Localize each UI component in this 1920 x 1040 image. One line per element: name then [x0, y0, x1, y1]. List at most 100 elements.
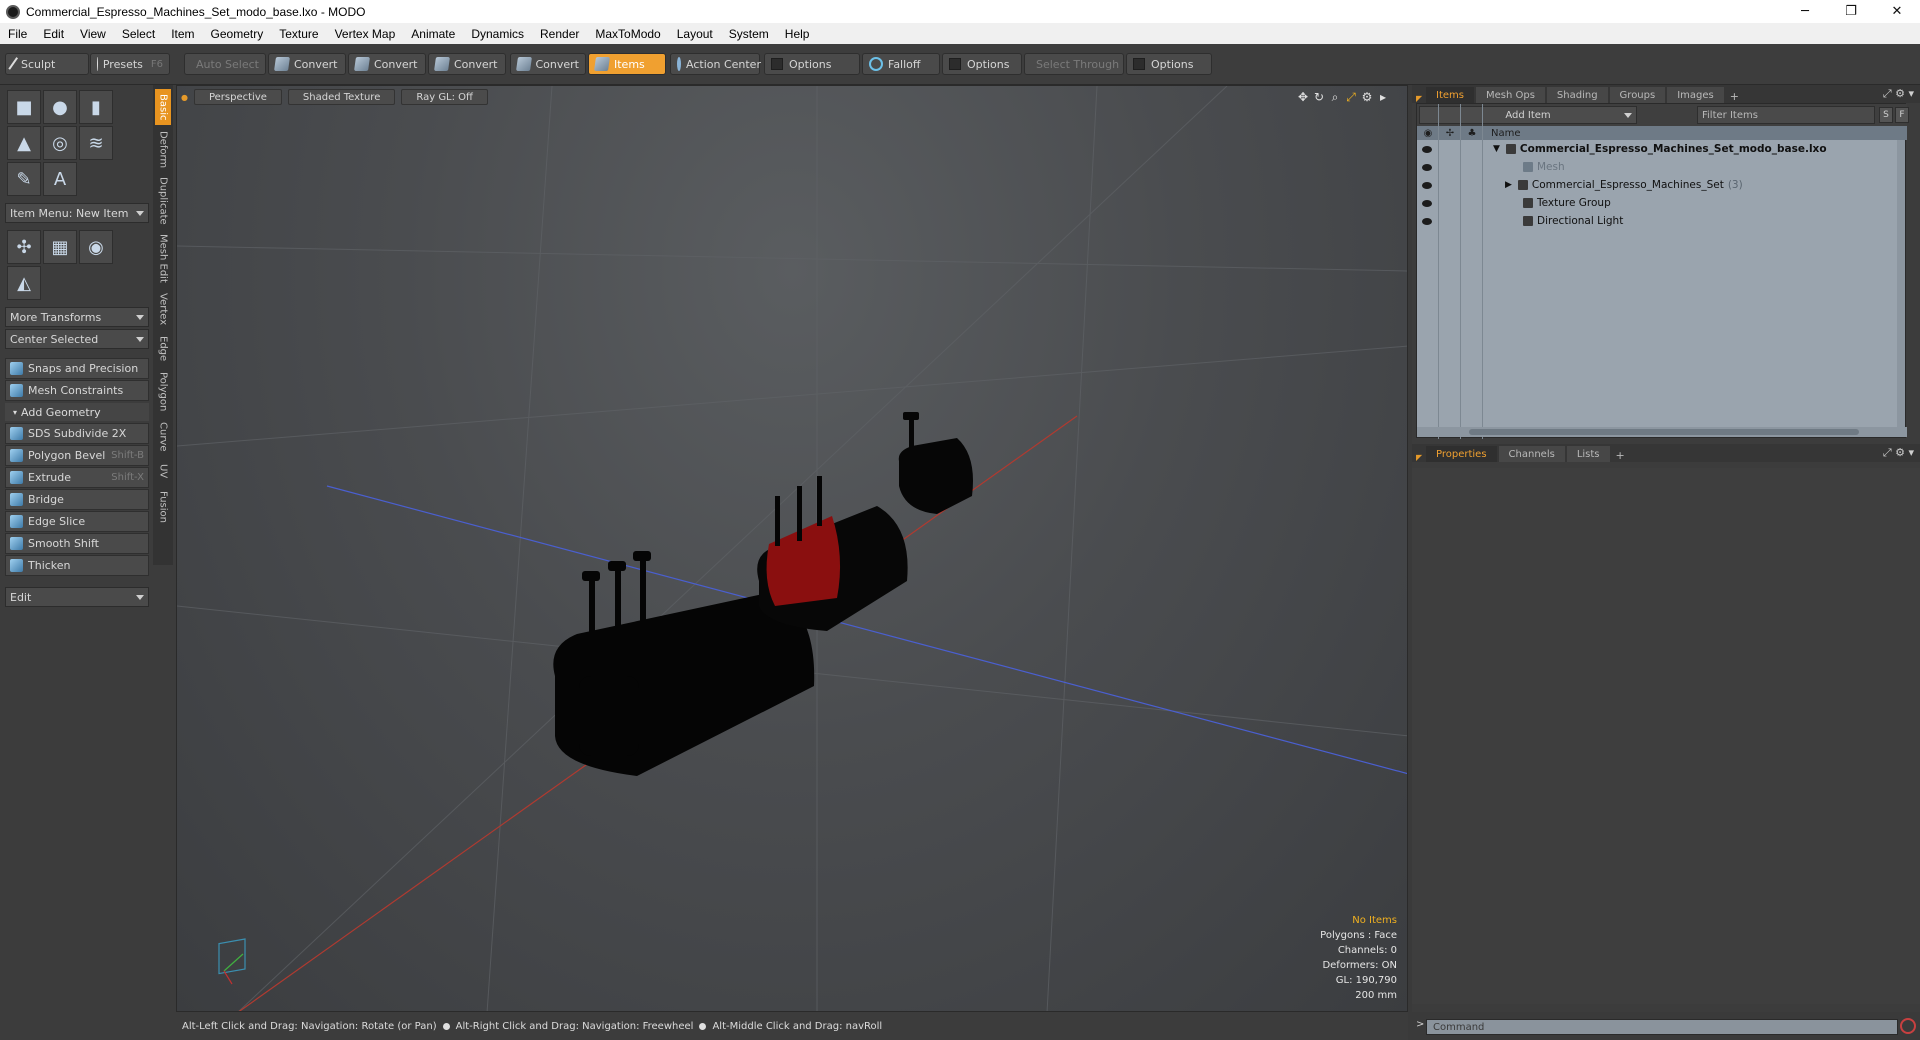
add-geometry-header[interactable]: ▾ Add Geometry: [5, 403, 149, 421]
panel-options-icon[interactable]: ⤢ ⚙ ▾: [1883, 87, 1914, 101]
pyramid-tool-icon[interactable]: ◭: [7, 266, 41, 300]
view-type-button[interactable]: Perspective: [193, 89, 282, 105]
item-menu-dropdown[interactable]: Item Menu: New Item: [5, 203, 149, 223]
select-through-options-button[interactable]: Options: [1126, 53, 1212, 75]
close-button[interactable]: ✕: [1874, 0, 1920, 23]
tab-uv[interactable]: UV: [155, 459, 171, 483]
mesh-constraints-button[interactable]: Mesh Constraints: [5, 380, 149, 401]
select-through-options-checkbox[interactable]: [1133, 58, 1145, 70]
bridge-button[interactable]: Bridge: [5, 489, 149, 510]
viewport-menu-dot[interactable]: ●: [181, 93, 188, 102]
menu-vertex-map[interactable]: Vertex Map: [327, 27, 404, 41]
falloff-button[interactable]: Falloff: [862, 53, 940, 75]
lock-column-icon[interactable]: ✢: [1439, 128, 1461, 139]
3d-viewport[interactable]: ● Perspective Shaded Texture Ray GL: Off…: [176, 85, 1408, 1012]
menu-geometry[interactable]: Geometry: [203, 27, 272, 41]
panel-menu-icon[interactable]: ◤: [1412, 94, 1426, 103]
menu-dynamics[interactable]: Dynamics: [463, 27, 532, 41]
filter-s-button[interactable]: S: [1879, 107, 1893, 123]
grid-tool-icon[interactable]: ▦: [43, 230, 77, 264]
command-clear-icon[interactable]: [1900, 1018, 1916, 1034]
sculpt-button[interactable]: Sculpt: [5, 53, 89, 75]
tab-images[interactable]: Images: [1667, 87, 1724, 103]
sds-subdivide-button[interactable]: SDS Subdivide 2X: [5, 423, 149, 444]
tab-duplicate[interactable]: Duplicate: [155, 175, 171, 227]
menu-render[interactable]: Render: [532, 27, 587, 41]
menu-select[interactable]: Select: [114, 27, 163, 41]
fit-icon[interactable]: ⤢: [1343, 90, 1359, 104]
rotate-icon[interactable]: ↻: [1311, 90, 1327, 104]
menu-texture[interactable]: Texture: [271, 27, 326, 41]
zoom-icon[interactable]: ⌕: [1327, 90, 1343, 104]
tab-edge[interactable]: Edge: [155, 333, 171, 365]
minimize-button[interactable]: ─: [1782, 0, 1828, 23]
tab-mesh-edit[interactable]: Mesh Edit: [155, 231, 171, 285]
edge-slice-button[interactable]: Edge Slice: [5, 511, 149, 532]
convert-vertices-button[interactable]: Convert: [268, 53, 346, 75]
menu-view[interactable]: View: [72, 27, 114, 41]
world-tool-icon[interactable]: ◉: [79, 230, 113, 264]
presets-button[interactable]: Presets F6: [90, 53, 170, 75]
menu-help[interactable]: Help: [777, 27, 818, 41]
thicken-button[interactable]: Thicken: [5, 555, 149, 576]
item-list-vscroll[interactable]: [1897, 140, 1905, 429]
command-input[interactable]: Command: [1426, 1019, 1898, 1035]
transform-tool-icon[interactable]: ✣: [7, 230, 41, 264]
raygl-button[interactable]: Ray GL: Off: [401, 89, 488, 105]
menu-layout[interactable]: Layout: [669, 27, 721, 41]
eye-icon[interactable]: [1422, 163, 1432, 171]
tab-polygon[interactable]: Polygon: [155, 369, 171, 415]
play-icon[interactable]: ▸: [1375, 90, 1391, 104]
eye-icon[interactable]: [1422, 181, 1432, 189]
smooth-shift-button[interactable]: Smooth Shift: [5, 533, 149, 554]
render-column-icon[interactable]: ♣: [1461, 128, 1483, 139]
polygon-bevel-button[interactable]: Polygon Bevel Shift-B: [5, 445, 149, 466]
tree-row-texture-group[interactable]: Texture Group: [1417, 194, 1907, 212]
convert-edges-button[interactable]: Convert: [348, 53, 426, 75]
add-tab-icon[interactable]: +: [1616, 449, 1625, 462]
items-mode-button[interactable]: Items: [588, 53, 666, 75]
maximize-button[interactable]: ❐: [1828, 0, 1874, 23]
gear-icon[interactable]: ⚙: [1359, 90, 1375, 104]
tree-row-directional-light[interactable]: Directional Light: [1417, 212, 1907, 230]
menu-file[interactable]: File: [0, 27, 35, 41]
falloff-options-button[interactable]: Options: [942, 53, 1022, 75]
tab-groups[interactable]: Groups: [1609, 87, 1666, 103]
tab-deform[interactable]: Deform: [155, 129, 171, 171]
tab-items[interactable]: Items: [1426, 87, 1474, 103]
torus-primitive-icon[interactable]: ◎: [43, 126, 77, 160]
panel-menu-icon[interactable]: ◤: [1412, 453, 1426, 462]
triangle-right-icon[interactable]: ▶: [1505, 180, 1512, 190]
menu-edit[interactable]: Edit: [35, 27, 72, 41]
visibility-column-icon[interactable]: ◉: [1417, 128, 1439, 139]
tab-basic[interactable]: Basic: [155, 89, 171, 125]
select-through-button[interactable]: Select Through: [1024, 53, 1124, 75]
tree-row-mesh[interactable]: Mesh: [1417, 158, 1907, 176]
tree-row-scene[interactable]: ▼ Commercial_Espresso_Machines_Set_modo_…: [1417, 140, 1907, 158]
cylinder-primitive-icon[interactable]: ▮: [79, 90, 113, 124]
shading-button[interactable]: Shaded Texture: [287, 89, 396, 105]
panel-options-icon[interactable]: ⤢ ⚙ ▾: [1883, 446, 1914, 460]
name-column-header[interactable]: Name: [1491, 128, 1521, 139]
eye-icon[interactable]: [1422, 145, 1432, 153]
action-center-options-button[interactable]: Options: [764, 53, 860, 75]
menu-system[interactable]: System: [721, 27, 777, 41]
filter-items-input[interactable]: Filter Items: [1697, 106, 1875, 124]
item-list-hscroll[interactable]: [1417, 427, 1907, 437]
scroll-thumb[interactable]: [1469, 429, 1859, 435]
sphere-primitive-icon[interactable]: ●: [43, 90, 77, 124]
tab-channels[interactable]: Channels: [1498, 446, 1565, 462]
menu-animate[interactable]: Animate: [403, 27, 463, 41]
eye-icon[interactable]: [1422, 217, 1432, 225]
tab-lists[interactable]: Lists: [1566, 446, 1610, 462]
tab-curve[interactable]: Curve: [155, 419, 171, 455]
eye-icon[interactable]: [1422, 199, 1432, 207]
menu-maxtomodo[interactable]: MaxToModo: [587, 27, 668, 41]
triangle-down-icon[interactable]: ▼: [1493, 144, 1500, 154]
extrude-button[interactable]: Extrude Shift-X: [5, 467, 149, 488]
tab-properties[interactable]: Properties: [1426, 446, 1497, 462]
tab-fusion[interactable]: Fusion: [155, 487, 171, 527]
edit-dropdown[interactable]: Edit: [5, 587, 149, 607]
menu-item[interactable]: Item: [163, 27, 202, 41]
cube-primitive-icon[interactable]: ■: [7, 90, 41, 124]
